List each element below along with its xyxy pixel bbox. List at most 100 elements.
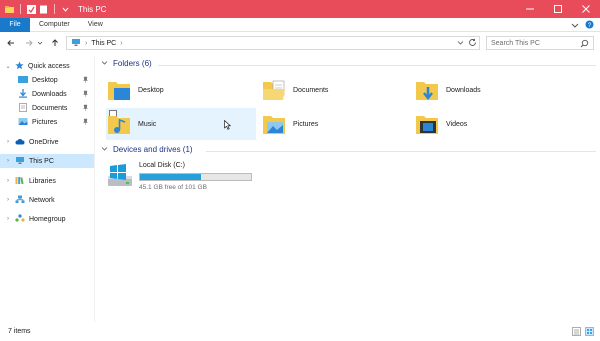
content-pane: Folders (6) Desktop Documents Downloads … [96, 56, 600, 322]
folders-group-header[interactable]: Folders (6) [101, 59, 152, 68]
sidebar-item-downloads[interactable]: Downloads [18, 87, 93, 101]
new-folder-icon[interactable] [39, 5, 48, 14]
sidebar-item-label: Network [29, 196, 55, 204]
star-icon [15, 60, 24, 72]
downloads-folder-icon [18, 88, 28, 100]
minimize-icon [526, 8, 534, 10]
pin-icon[interactable] [82, 76, 89, 85]
mouse-cursor-icon [224, 119, 232, 132]
address-bar[interactable]: › This PC › [66, 36, 480, 50]
computer-icon [15, 156, 25, 167]
homegroup-icon [15, 213, 25, 225]
folder-label: Videos [446, 120, 468, 128]
maximize-icon [554, 5, 562, 13]
chevron-right-icon[interactable]: › [5, 178, 11, 184]
sidebar-item-label: Downloads [32, 90, 67, 98]
up-button[interactable] [48, 36, 62, 50]
refresh-icon[interactable] [468, 38, 477, 49]
sidebar-item-homegroup[interactable]: › Homegroup [5, 212, 93, 226]
window-controls [516, 0, 600, 18]
sidebar-item-desktop[interactable]: Desktop [18, 73, 93, 87]
folder-tile-desktop[interactable]: Desktop [106, 74, 256, 106]
back-button[interactable] [4, 36, 18, 50]
documents-folder-icon [261, 77, 287, 103]
close-button[interactable] [572, 0, 600, 18]
chevron-right-icon[interactable]: › [5, 216, 11, 222]
recent-locations-button[interactable] [36, 36, 44, 50]
properties-icon[interactable] [27, 4, 36, 14]
tab-view[interactable]: View [79, 18, 112, 32]
sidebar-item-onedrive[interactable]: › OneDrive [5, 135, 93, 149]
pictures-folder-icon [18, 117, 28, 128]
sidebar-item-documents[interactable]: Documents [18, 101, 93, 115]
sidebar-item-label: OneDrive [29, 138, 59, 146]
drives-group-header[interactable]: Devices and drives (1) [101, 145, 193, 154]
sidebar-item-libraries[interactable]: › Libraries [5, 174, 93, 188]
folder-tile-videos[interactable]: Videos [414, 108, 564, 140]
chevron-down-icon [37, 41, 43, 45]
search-icon[interactable] [580, 39, 589, 50]
drive-free-space: 45.1 GB free of 101 GB [139, 184, 207, 191]
computer-icon [71, 38, 81, 49]
sidebar-item-quick-access[interactable]: ⌄ Quick access [5, 59, 93, 73]
folder-tile-downloads[interactable]: Downloads [414, 74, 564, 106]
sidebar-item-this-pc[interactable]: › This PC [0, 154, 94, 168]
navigation-pane: ⌄ Quick access Desktop Downloads Documen… [0, 56, 95, 322]
drive-tile-local-disk[interactable]: Local Disk (C:) 45.1 GB free of 101 GB [106, 160, 266, 192]
sidebar-item-label: This PC [29, 157, 54, 165]
chevron-down-icon[interactable] [457, 39, 464, 48]
folder-label: Desktop [138, 86, 164, 94]
folder-tile-music[interactable]: Music [106, 108, 256, 140]
pin-icon[interactable] [82, 104, 89, 113]
forward-arrow-icon [26, 40, 33, 46]
details-view-icon[interactable] [572, 327, 581, 338]
search-input[interactable]: Search This PC [486, 36, 594, 50]
chevron-right-icon[interactable]: › [5, 158, 11, 164]
ribbon-right-controls: ? [571, 20, 594, 31]
minimize-button[interactable] [516, 0, 544, 18]
back-arrow-icon [7, 40, 14, 46]
chevron-right-icon[interactable]: › [5, 197, 11, 203]
desktop-folder-icon [106, 77, 132, 103]
folder-label: Pictures [293, 120, 319, 128]
tab-file[interactable]: File [0, 17, 30, 32]
chevron-right-icon[interactable]: › [5, 139, 11, 145]
maximize-button[interactable] [544, 0, 572, 18]
sidebar-item-pictures[interactable]: Pictures [18, 115, 93, 129]
customize-toolbar-icon[interactable] [61, 5, 70, 14]
help-icon[interactable]: ? [585, 20, 594, 31]
drive-icon [106, 162, 134, 192]
tab-computer[interactable]: Computer [30, 18, 79, 32]
sidebar-item-label: Homegroup [29, 215, 66, 223]
sidebar-item-label: Libraries [29, 177, 56, 185]
desktop-folder-icon [18, 75, 28, 86]
downloads-folder-icon [414, 77, 440, 103]
folder-tile-pictures[interactable]: Pictures [261, 108, 411, 140]
group-divider [158, 65, 596, 66]
status-bar: 7 items [0, 322, 600, 341]
explorer-app-icon[interactable] [5, 5, 14, 14]
folders-group-title: Folders (6) [113, 59, 152, 68]
window-title: This PC [78, 4, 107, 14]
toolbar-separator [20, 4, 21, 14]
breadcrumb-this-pc[interactable]: This PC [91, 40, 116, 47]
breadcrumb-separator[interactable]: › [120, 40, 122, 47]
pin-icon[interactable] [82, 90, 89, 99]
forward-button[interactable] [22, 36, 36, 50]
drive-label: Local Disk (C:) [139, 162, 185, 169]
folder-tile-documents[interactable]: Documents [261, 74, 411, 106]
sidebar-item-network[interactable]: › Network [5, 193, 93, 207]
large-icons-view-icon[interactable] [585, 327, 594, 338]
drive-usage-bar [139, 173, 252, 181]
chevron-down-icon[interactable] [101, 59, 108, 68]
drive-usage-fill [140, 174, 202, 180]
documents-folder-icon [18, 102, 28, 114]
pin-icon[interactable] [82, 118, 89, 127]
breadcrumb-separator[interactable]: › [85, 40, 87, 47]
expand-ribbon-icon[interactable] [571, 21, 579, 31]
quick-access-toolbar [0, 4, 70, 14]
chevron-down-icon[interactable] [101, 145, 108, 154]
chevron-down-icon[interactable]: ⌄ [5, 63, 11, 70]
toolbar-separator [54, 4, 55, 14]
libraries-icon [15, 176, 25, 187]
